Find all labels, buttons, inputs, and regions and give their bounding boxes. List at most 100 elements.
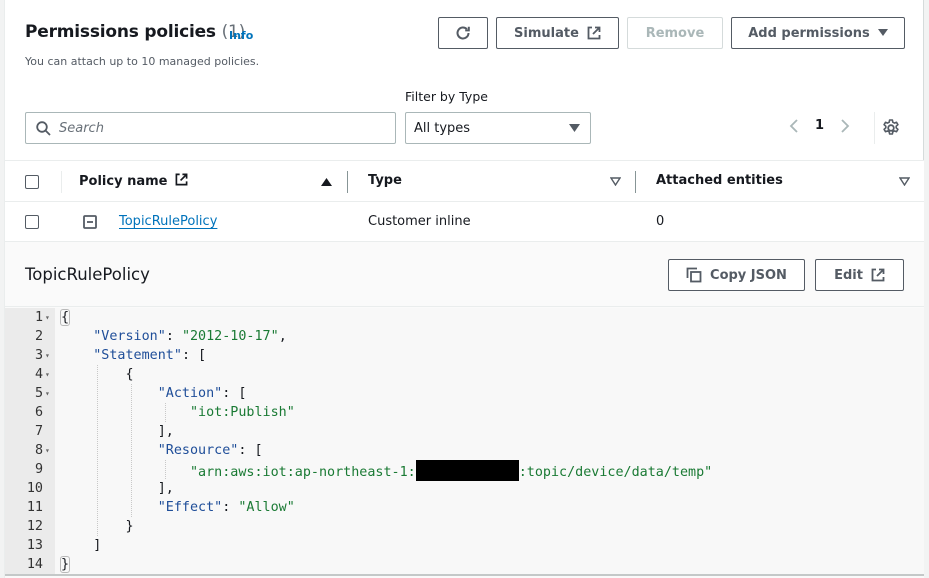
line-number: 14 — [26, 557, 43, 572]
json-string: "arn:aws:iot:ap-northeast-1: — [190, 465, 416, 480]
previous-page-icon[interactable] — [789, 118, 799, 133]
code-line: { — [61, 367, 134, 382]
code-line: } — [59, 556, 71, 573]
add-permissions-label: Add permissions — [748, 25, 870, 41]
row-checkbox[interactable] — [25, 215, 39, 229]
line-number: 1 — [34, 310, 43, 325]
json-string: "Allow" — [238, 500, 295, 515]
sort-icon[interactable] — [899, 177, 910, 186]
caret-down-icon — [569, 123, 580, 132]
fold-toggle-icon[interactable]: ▾ — [45, 308, 50, 327]
line-number-gutter: 1 ▾ 2 3 ▾ 4 ▾ 5 ▾ 6 7 8 ▾ 9 10 11 12 13 14 — [5, 308, 55, 574]
policy-detail-title: TopicRulePolicy — [25, 265, 150, 284]
table-header: Policy name Type Attached entities — [5, 160, 924, 202]
section-description: You can attach up to 10 managed policies… — [25, 55, 260, 68]
code-line: ], — [61, 424, 174, 439]
line-number: 8 — [34, 443, 43, 458]
policy-name-link[interactable]: TopicRulePolicy — [119, 214, 217, 229]
next-page-icon[interactable] — [840, 118, 850, 133]
sort-ascending-icon[interactable] — [321, 177, 332, 186]
external-link-icon — [587, 26, 601, 40]
json-key: "Action" — [157, 386, 223, 401]
json-key: "Resource" — [157, 443, 239, 458]
json-key: "Version" — [93, 329, 166, 344]
remove-button[interactable]: Remove — [627, 17, 723, 49]
current-page-number[interactable]: 1 — [815, 118, 824, 133]
sort-icon[interactable] — [610, 177, 621, 186]
code-line: } — [61, 519, 134, 534]
code-line: "arn:aws:iot:ap-northeast-1: :topic/devic… — [61, 460, 713, 481]
edit-button[interactable]: Edit — [815, 259, 904, 291]
code-line: "Version": "2012-10-17", — [93, 329, 287, 344]
line-number: 12 — [26, 519, 43, 534]
section-title-text: Permissions policies — [25, 22, 216, 42]
column-resizer[interactable] — [347, 171, 348, 193]
json-string: "2012-10-17" — [181, 329, 279, 344]
copy-json-button[interactable]: Copy JSON — [668, 259, 805, 291]
code-line: "Effect": "Allow" — [157, 500, 295, 515]
line-number: 7 — [34, 424, 43, 439]
line-number: 9 — [34, 462, 43, 477]
copy-icon — [686, 267, 702, 283]
code-line: ] — [61, 538, 102, 553]
edit-label: Edit — [834, 267, 863, 283]
fold-toggle-icon[interactable]: ▾ — [45, 346, 50, 365]
search-input[interactable] — [59, 120, 359, 136]
code-line: ], — [61, 481, 174, 496]
permissions-policies-panel: Permissions policies (1) Info You can at… — [4, 0, 924, 578]
external-link-icon — [871, 268, 885, 282]
pager-divider — [874, 112, 875, 144]
code-line: "Resource": [ — [157, 443, 263, 458]
table-row: TopicRulePolicy Customer inline 0 — [5, 202, 924, 242]
line-number: 6 — [34, 405, 43, 420]
column-separator — [61, 171, 62, 193]
line-number: 3 — [34, 348, 43, 363]
code-line: { — [59, 309, 71, 326]
column-header-policy-name[interactable]: Policy name — [79, 173, 188, 189]
policy-name-header-label: Policy name — [79, 174, 168, 189]
fold-toggle-icon[interactable]: ▾ — [45, 384, 50, 403]
refresh-icon — [456, 26, 470, 40]
column-header-type[interactable]: Type — [368, 173, 402, 188]
column-header-attached-entities[interactable]: Attached entities — [656, 173, 783, 188]
pagination: 1 — [789, 118, 850, 133]
line-number: 11 — [26, 500, 43, 515]
column-resizer[interactable] — [635, 171, 636, 193]
code-line: "Action": [ — [157, 386, 247, 401]
search-field[interactable] — [25, 112, 396, 144]
type-filter-select[interactable]: All types — [405, 112, 591, 144]
policy-type-cell: Customer inline — [368, 214, 471, 229]
json-key: "Statement" — [93, 348, 182, 363]
line-number: 5 — [34, 386, 43, 401]
preferences-button[interactable] — [881, 118, 901, 142]
info-link[interactable]: Info — [229, 29, 253, 42]
redacted-account-id — [415, 460, 519, 481]
section-title: Permissions policies (1) — [25, 22, 245, 42]
policy-json-editor[interactable]: 1 ▾ 2 3 ▾ 4 ▾ 5 ▾ 6 7 8 ▾ 9 10 11 12 13 14 { "Version": "2… — [5, 308, 924, 576]
line-number: 2 — [34, 329, 43, 344]
copy-json-label: Copy JSON — [710, 267, 787, 283]
fold-toggle-icon[interactable]: ▾ — [45, 441, 50, 460]
simulate-label: Simulate — [514, 25, 579, 41]
policy-detail-panel: TopicRulePolicy Copy JSON Edit 1 ▾ 2 3 ▾ 4 ▾ 5 ▾… — [5, 242, 924, 578]
attached-entities-cell: 0 — [656, 214, 665, 229]
json-key: "Effect" — [157, 500, 223, 515]
add-permissions-button[interactable]: Add permissions — [731, 17, 905, 49]
line-number: 13 — [26, 538, 43, 553]
filter-by-type-label: Filter by Type — [405, 89, 488, 104]
detail-divider — [5, 306, 924, 307]
line-number: 10 — [26, 481, 43, 496]
line-number: 4 — [34, 367, 43, 382]
code-line: "iot:Publish" — [61, 403, 295, 422]
refresh-button[interactable] — [438, 17, 488, 49]
external-link-icon — [175, 173, 188, 186]
json-string: :topic/device/data/temp" — [518, 465, 713, 480]
caret-down-icon — [877, 29, 888, 36]
simulate-button[interactable]: Simulate — [496, 17, 619, 49]
gear-icon — [883, 119, 899, 135]
fold-toggle-icon[interactable]: ▾ — [45, 365, 50, 384]
collapse-icon[interactable] — [83, 215, 97, 229]
json-string: "iot:Publish" — [190, 405, 295, 420]
type-filter-value: All types — [414, 120, 471, 136]
select-all-checkbox[interactable] — [25, 175, 39, 189]
